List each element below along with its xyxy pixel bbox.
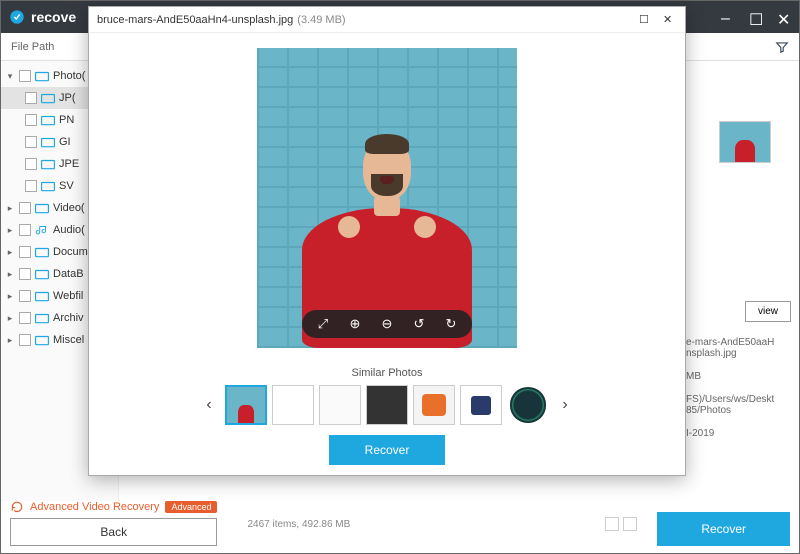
- app-name: recove: [31, 9, 76, 25]
- folder-icon: [35, 70, 49, 82]
- carousel-item[interactable]: [366, 385, 408, 425]
- folder-icon: [35, 268, 49, 280]
- modal-filesize: (3.49 MB): [297, 14, 345, 26]
- advanced-video-recovery[interactable]: Advanced Video Recovery Advanced: [10, 500, 217, 514]
- carousel-item[interactable]: [460, 385, 502, 425]
- app-logo: recove: [9, 9, 76, 25]
- file-thumbnail[interactable]: [719, 121, 771, 163]
- file-size: MB: [686, 371, 791, 382]
- rotate-cw-icon[interactable]: ↻: [442, 315, 460, 333]
- folder-icon: [35, 334, 49, 346]
- window-controls: – ☐ ✕: [721, 10, 791, 24]
- modal-close-button[interactable]: ✕: [663, 13, 677, 27]
- refresh-icon: [10, 500, 24, 514]
- carousel-item[interactable]: [272, 385, 314, 425]
- carousel-prev-icon[interactable]: ‹: [199, 395, 219, 415]
- carousel-item[interactable]: [225, 385, 267, 425]
- grid-view-icon[interactable]: [605, 517, 619, 531]
- modal-header: bruce-mars-AndE50aaHn4-unsplash.jpg (3.4…: [89, 7, 685, 33]
- carousel-item[interactable]: [319, 385, 361, 425]
- folder-icon: [35, 246, 49, 258]
- minimize-button[interactable]: –: [721, 10, 735, 24]
- logo-icon: [9, 9, 25, 25]
- file-name: e-mars-AndE50aaHnsplash.jpg: [686, 337, 791, 359]
- folder-icon: [35, 312, 49, 324]
- modal-filename: bruce-mars-AndE50aaHn4-unsplash.jpg: [97, 14, 293, 26]
- preview-button[interactable]: view: [745, 301, 791, 322]
- file-date: I-2019: [686, 428, 791, 439]
- close-button[interactable]: ✕: [777, 10, 791, 24]
- folder-icon: [41, 92, 55, 104]
- preview-image[interactable]: ⤢ ⊕ ⊖ ↺ ↻: [257, 48, 517, 348]
- file-path: FS)/Users/ws/Deskt85/Photos: [686, 394, 791, 416]
- folder-icon: [41, 114, 55, 126]
- similar-photos-label: Similar Photos: [89, 363, 685, 383]
- recover-button[interactable]: Recover: [657, 512, 790, 546]
- folder-icon: [35, 202, 49, 214]
- preview-modal: bruce-mars-AndE50aaHn4-unsplash.jpg (3.4…: [88, 6, 686, 476]
- filepath-label: File Path: [11, 41, 54, 53]
- footer: Advanced Video Recovery Advanced Back 24…: [0, 502, 800, 554]
- back-button[interactable]: Back: [10, 518, 217, 546]
- zoom-out-icon[interactable]: ⊖: [378, 315, 396, 333]
- image-controls: ⤢ ⊕ ⊖ ↺ ↻: [302, 310, 472, 338]
- filter-icon[interactable]: [775, 40, 789, 54]
- fit-screen-icon[interactable]: ⤢: [314, 315, 332, 333]
- folder-icon: [41, 180, 55, 192]
- view-mode-icons: [605, 517, 637, 531]
- carousel-item[interactable]: [413, 385, 455, 425]
- file-info: e-mars-AndE50aaHnsplash.jpg MB FS)/Users…: [686, 337, 791, 451]
- maximize-button[interactable]: ☐: [749, 10, 763, 24]
- music-icon: [35, 224, 49, 236]
- advanced-badge: Advanced: [165, 501, 217, 513]
- rotate-ccw-icon[interactable]: ↺: [410, 315, 428, 333]
- modal-recover-button[interactable]: Recover: [329, 435, 446, 465]
- modal-maximize-button[interactable]: ☐: [639, 13, 653, 27]
- folder-icon: [41, 158, 55, 170]
- items-count: 2467 items, 492.86 MB: [247, 519, 350, 530]
- folder-icon: [41, 136, 55, 148]
- zoom-in-icon[interactable]: ⊕: [346, 315, 364, 333]
- similar-carousel: ‹ ›: [89, 383, 685, 431]
- folder-icon: [35, 290, 49, 302]
- carousel-item[interactable]: [507, 385, 549, 425]
- list-view-icon[interactable]: [623, 517, 637, 531]
- modal-image-area: ⤢ ⊕ ⊖ ↺ ↻: [89, 33, 685, 363]
- carousel-next-icon[interactable]: ›: [555, 395, 575, 415]
